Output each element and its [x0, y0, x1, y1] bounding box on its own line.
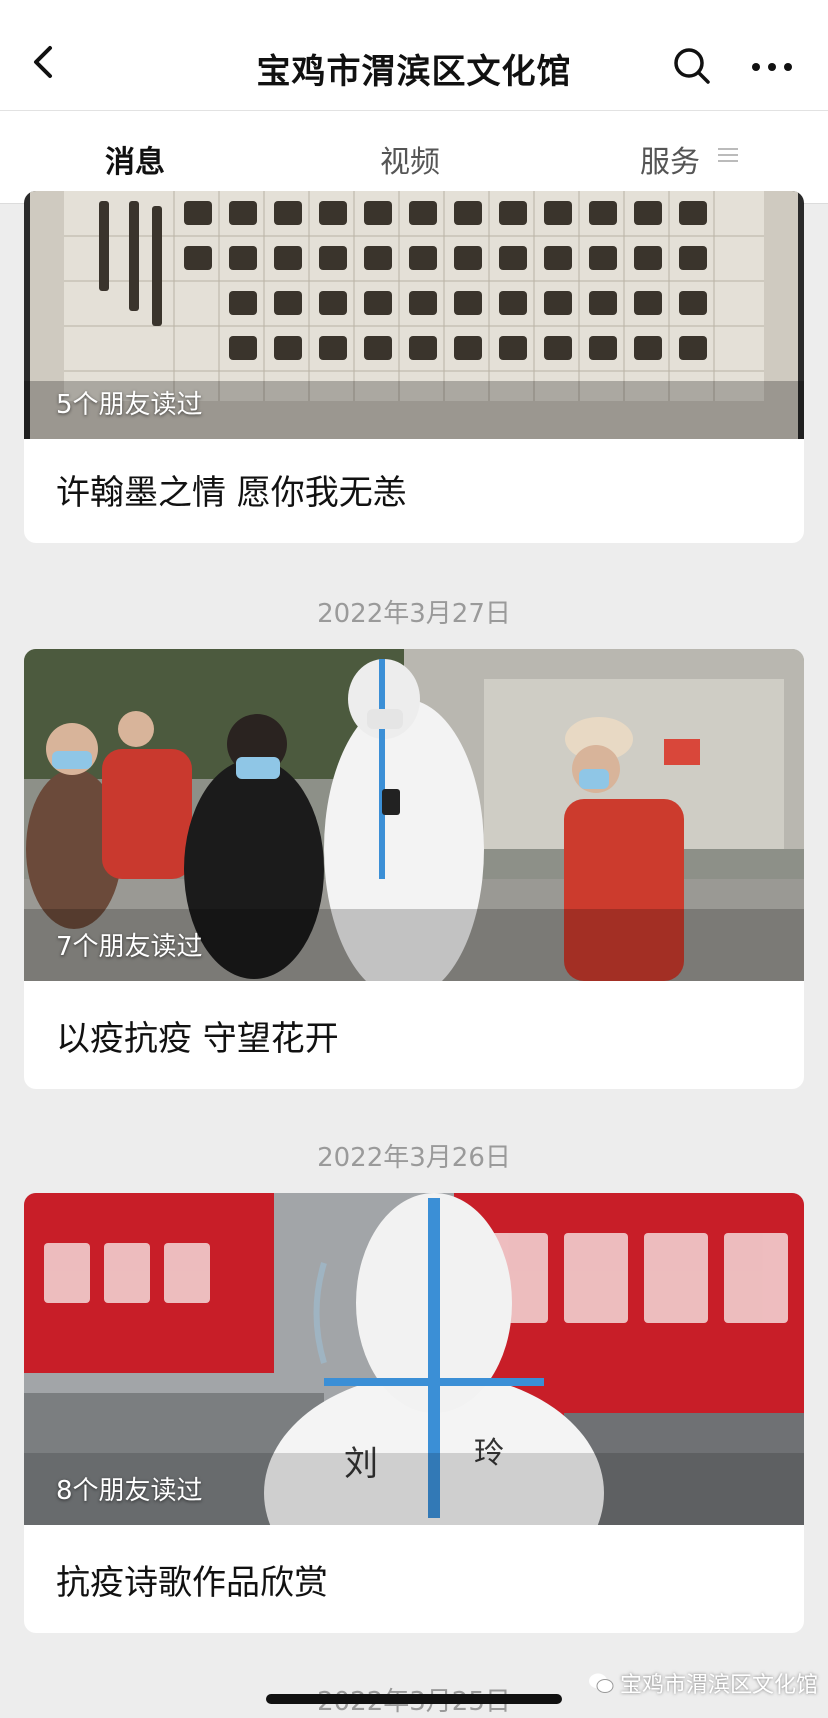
more-options-button[interactable] [748, 50, 796, 84]
article-cover-image: 7个朋友读过 [24, 649, 804, 981]
article-title: 以疫抗疫 守望花开 [56, 1019, 339, 1059]
menu-lines-icon [718, 148, 738, 162]
date-separator: 2022年3月26日 [317, 1143, 511, 1173]
tab-services[interactable]: 服务 [640, 137, 700, 181]
article-card[interactable]: 7个朋友读过 以疫抗疫 守望花开 [24, 649, 804, 1089]
top-navigation-bar: 宝鸡市渭滨区文化馆 [0, 0, 828, 111]
account-watermark: 宝鸡市渭滨区文化馆 [588, 1667, 818, 1699]
search-icon [674, 48, 710, 84]
read-count-badge: 8个朋友读过 [56, 1476, 203, 1506]
tab-messages[interactable]: 消息 [105, 137, 165, 181]
wechat-icon [589, 1673, 614, 1693]
date-separator: 2022年3月27日 [317, 599, 511, 629]
read-count-badge: 7个朋友读过 [56, 932, 203, 962]
article-title: 许翰墨之情 愿你我无恙 [56, 473, 407, 513]
home-indicator[interactable] [266, 1694, 562, 1704]
article-card[interactable]: 5个朋友读过 许翰墨之情 愿你我无恙 [24, 191, 804, 543]
tab-videos[interactable]: 视频 [380, 137, 440, 181]
article-cover-image: 刘 玲 8个朋友读过 [24, 1193, 804, 1525]
article-cover-image: 5个朋友读过 [24, 191, 804, 439]
article-card[interactable]: 刘 玲 8个朋友读过 抗疫诗歌作品欣赏 [24, 1193, 804, 1633]
article-title: 抗疫诗歌作品欣赏 [56, 1563, 328, 1603]
search-button[interactable] [670, 44, 714, 88]
watermark-text: 宝鸡市渭滨区文化馆 [620, 1673, 819, 1698]
read-count-badge: 5个朋友读过 [56, 390, 203, 420]
more-dots-icon [752, 63, 792, 71]
